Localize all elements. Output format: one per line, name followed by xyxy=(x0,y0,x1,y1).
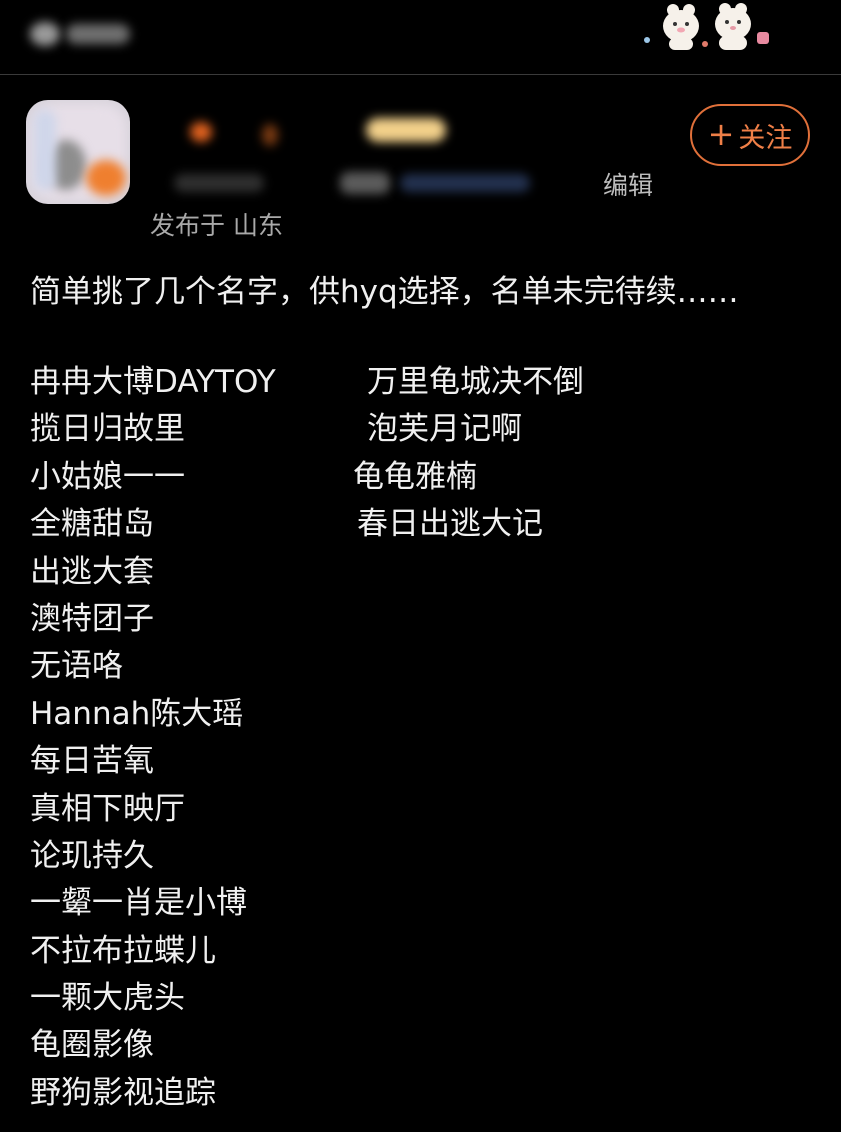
name-list-item: 全糖甜岛 xyxy=(30,506,154,543)
name-list-item: 出逃大套 xyxy=(30,553,154,590)
app-logo-blurred xyxy=(26,16,136,50)
name-list-item: 一颦一肖是小博 xyxy=(30,885,247,922)
name-list-item: 春日出逃大记 xyxy=(357,506,543,543)
username-blurred[interactable] xyxy=(150,100,670,210)
name-list-item: 真相下映厅 xyxy=(30,790,185,827)
name-list-item: 无语咯 xyxy=(30,648,123,685)
name-list-item: 龟龟雅楠 xyxy=(353,458,477,495)
name-list-item: 不拉布拉蝶儿 xyxy=(30,932,216,969)
name-list-item: 一颗大虎头 xyxy=(30,980,185,1017)
plus-icon: + xyxy=(707,115,735,153)
post-intro-text: 简单挑了几个名字，供hyq选择，名单未完待续…… xyxy=(30,274,739,310)
name-list-right: 万里龟城决不倒 泡芙月记啊龟龟雅楠春日出逃大记 xyxy=(353,359,584,549)
name-list-item: Hannah陈大瑶 xyxy=(30,695,244,732)
name-list-item: 冉冉大博DAYTOY xyxy=(30,364,276,400)
top-bar xyxy=(0,0,841,75)
name-list-item: 龟圈影像 xyxy=(30,1027,154,1064)
post-location: 发布于 山东 xyxy=(150,211,283,240)
avatar[interactable] xyxy=(26,100,130,204)
name-list-item: 论玑持久 xyxy=(30,837,154,874)
follow-button-label: 关注 xyxy=(738,122,793,154)
edit-label: 编辑 xyxy=(603,171,654,200)
name-list-left: 冉冉大博DAYTOY 揽日归故里小姑娘一一全糖甜岛出逃大套澳特团子无语咯 Hanna… xyxy=(30,359,276,1117)
name-list-item: 揽日归故里 xyxy=(30,411,185,448)
name-list-item: 野狗影视追踪 xyxy=(30,1074,216,1111)
name-list-item: 万里龟城决不倒 xyxy=(367,364,584,400)
name-list-item: 泡芙月记啊 xyxy=(367,411,522,448)
name-list-item: 小姑娘一一 xyxy=(30,458,185,495)
follow-button[interactable]: + 关注 xyxy=(690,104,810,166)
name-list-item: 每日苦氧 xyxy=(30,743,154,780)
cat-sticker-image xyxy=(633,0,783,60)
name-list-item: 澳特团子 xyxy=(30,600,154,637)
